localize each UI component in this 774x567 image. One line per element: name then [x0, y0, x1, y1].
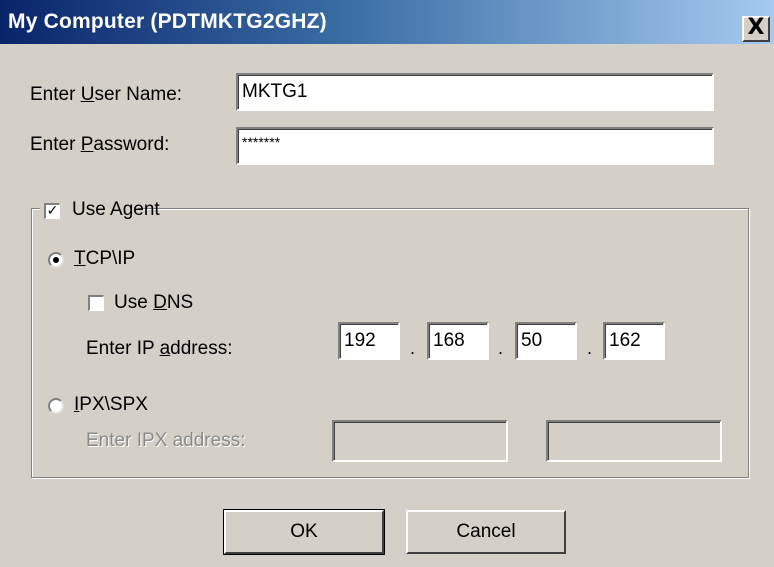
- password-value: *******: [242, 134, 281, 150]
- ip-octet-4-input[interactable]: [603, 322, 665, 360]
- cancel-button[interactable]: Cancel: [406, 510, 566, 554]
- close-button[interactable]: X: [742, 16, 770, 42]
- checkmark-icon: ✓: [46, 203, 59, 219]
- ipx-node-input[interactable]: [546, 420, 722, 462]
- title-bar: My Computer (PDTMKTG2GHZ): [0, 0, 774, 44]
- ip-octet-2-input[interactable]: [427, 322, 489, 360]
- ip-separator: .: [587, 338, 593, 358]
- ip-octet-3-input[interactable]: [515, 322, 577, 360]
- ok-button[interactable]: OK: [223, 509, 385, 555]
- password-label: Enter Password:: [30, 134, 170, 155]
- window-title: My Computer (PDTMKTG2GHZ): [8, 10, 327, 33]
- ipxspx-radio[interactable]: [48, 398, 64, 414]
- radio-selected-dot: [53, 257, 59, 263]
- ip-octet-1-input[interactable]: [338, 322, 400, 360]
- password-input[interactable]: *******: [236, 127, 714, 165]
- use-agent-label: Use Agent: [72, 199, 160, 220]
- use-agent-checkbox[interactable]: ✓: [44, 203, 60, 219]
- user-name-label: Enter User Name:: [30, 84, 183, 105]
- tcpip-label: TCP\IP: [74, 248, 136, 269]
- ipx-network-input[interactable]: [332, 420, 508, 462]
- close-icon: X: [747, 15, 765, 40]
- use-dns-checkbox[interactable]: [88, 295, 104, 311]
- ip-address-label: Enter IP address:: [86, 338, 233, 359]
- ip-separator: .: [498, 338, 504, 358]
- ip-separator: .: [410, 338, 416, 358]
- ipx-address-label: Enter IPX address:: [86, 430, 246, 451]
- use-agent-toggle[interactable]: ✓ Use Agent: [40, 198, 160, 222]
- use-dns-label: Use DNS: [114, 292, 194, 313]
- user-name-input[interactable]: [236, 73, 714, 111]
- tcpip-radio[interactable]: [48, 252, 64, 268]
- ipxspx-label: IPX\SPX: [74, 394, 148, 415]
